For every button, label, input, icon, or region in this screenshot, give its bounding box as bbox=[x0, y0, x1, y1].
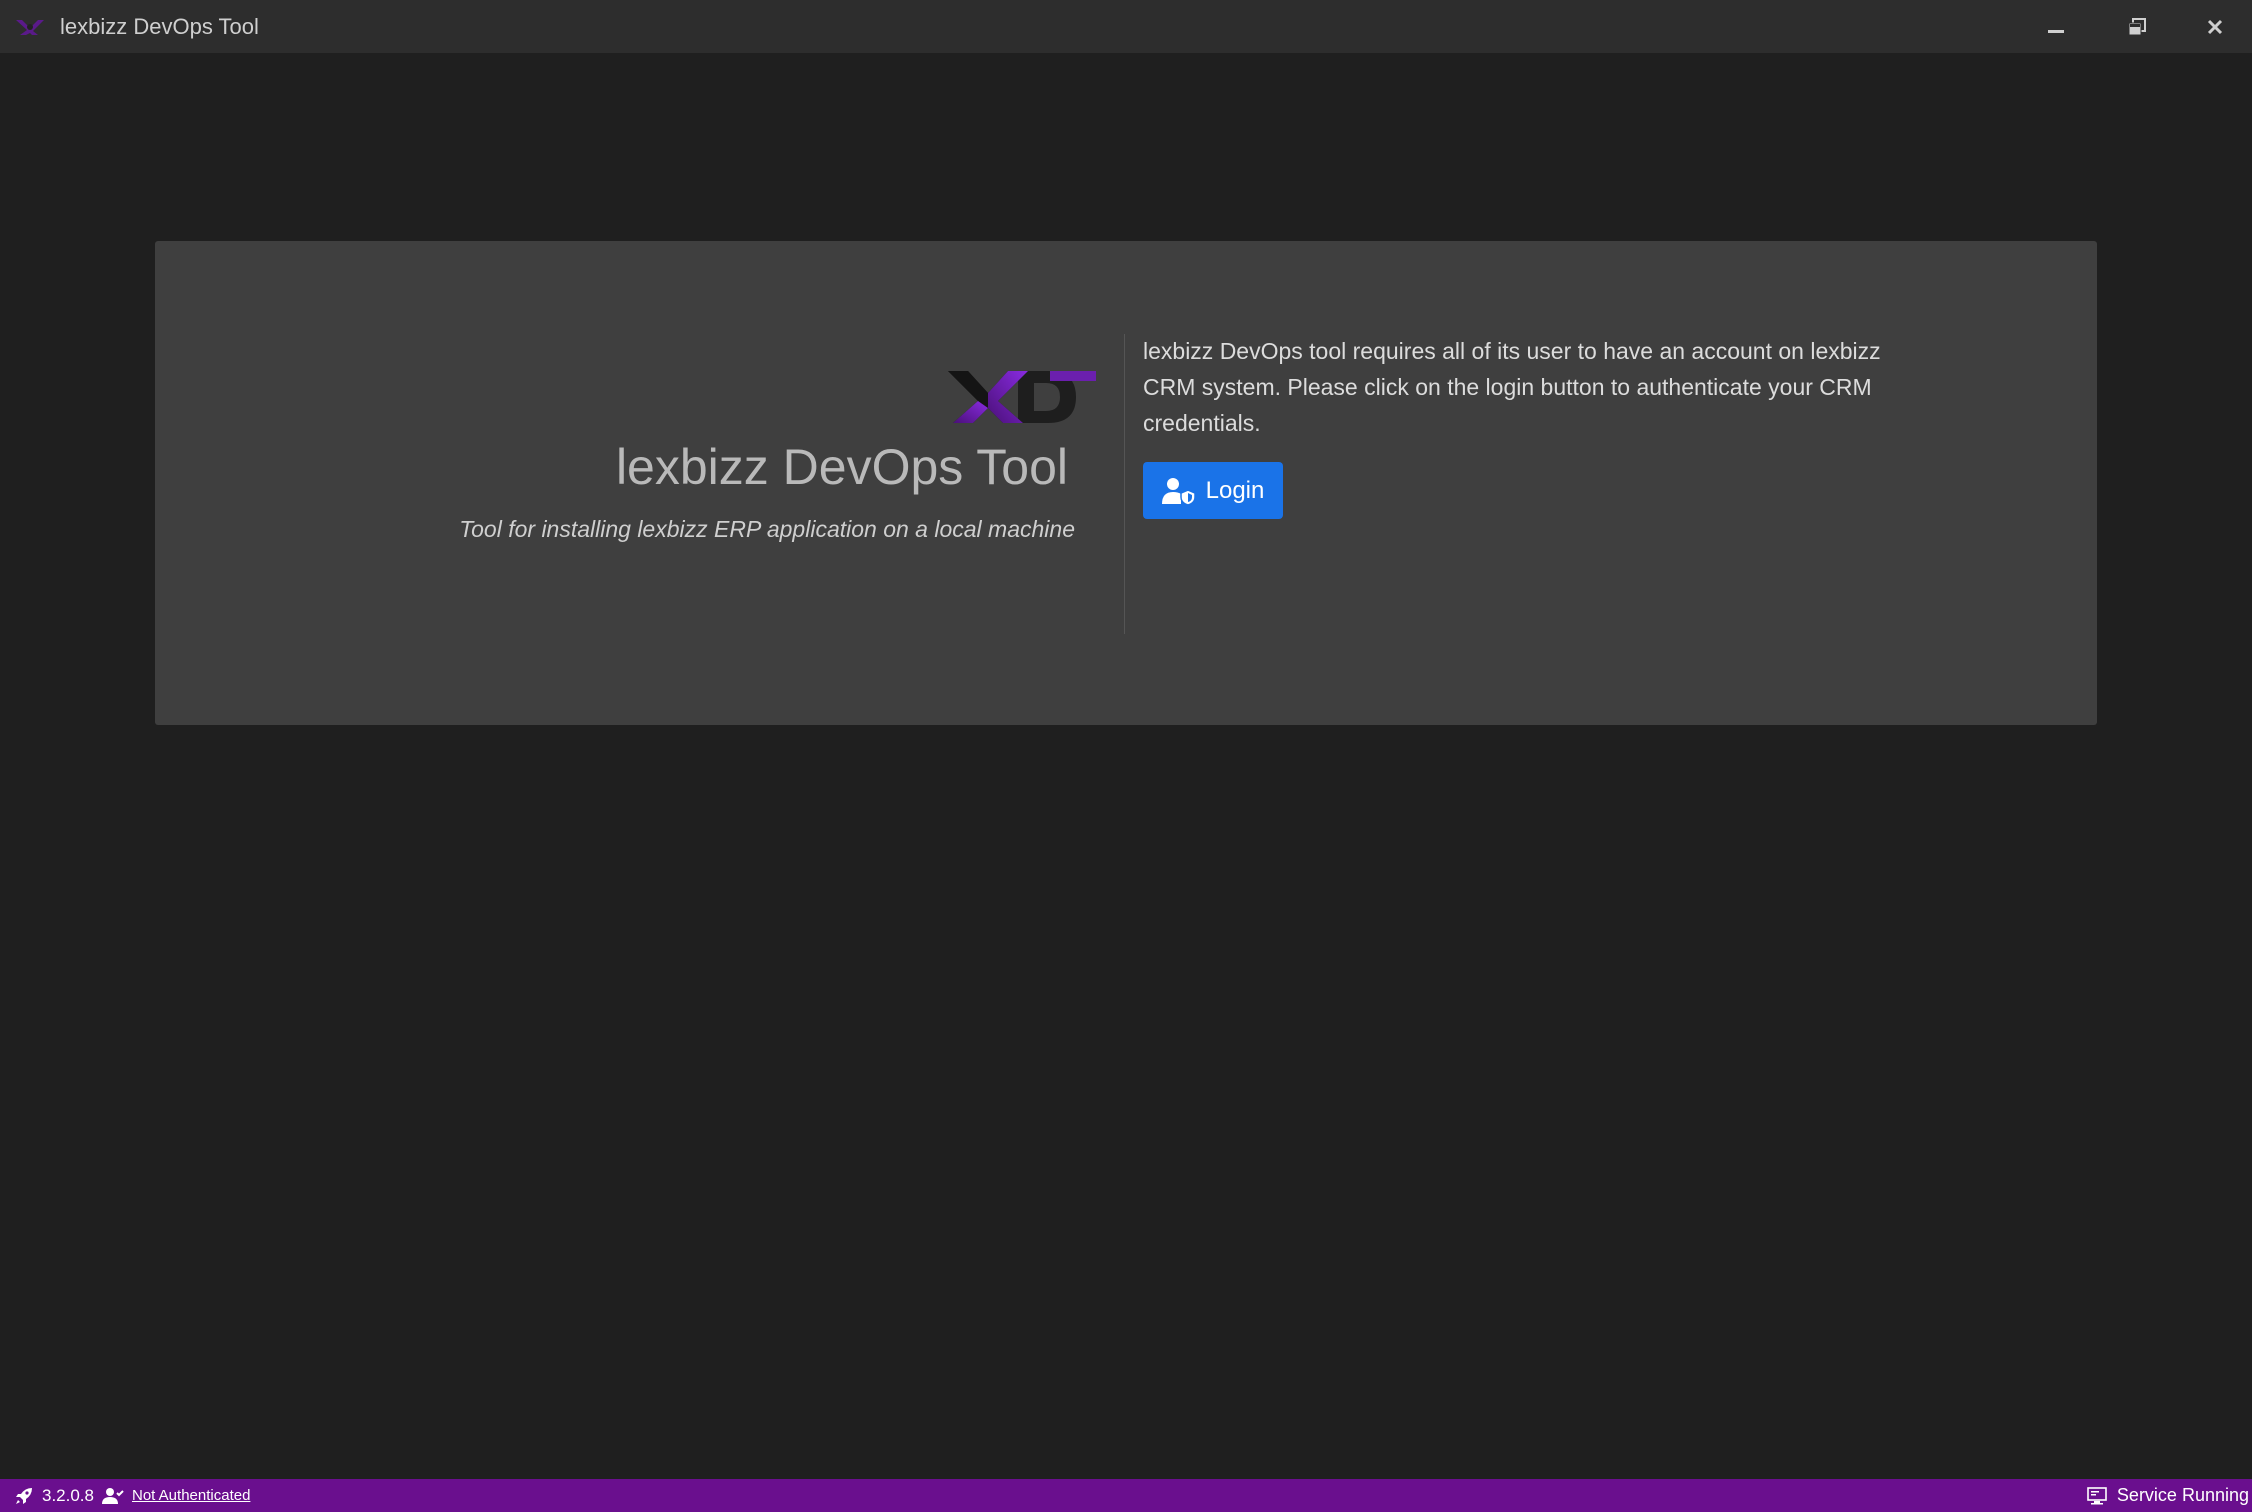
user-icon bbox=[102, 1487, 124, 1504]
login-button[interactable]: Login bbox=[1143, 462, 1283, 519]
hero-title: lexbizz DevOps Tool bbox=[615, 439, 1068, 495]
minimize-button[interactable] bbox=[2016, 0, 2096, 53]
auth-message: lexbizz DevOps tool requires all of its … bbox=[1143, 338, 1881, 436]
close-icon bbox=[2207, 19, 2223, 34]
restore-button[interactable] bbox=[2097, 0, 2177, 53]
window-title: lexbizz DevOps Tool bbox=[60, 14, 259, 39]
vertical-divider bbox=[1124, 334, 1125, 634]
version-text: 3.2.0.8 bbox=[42, 1485, 94, 1505]
status-bar: 3.2.0.8 Not Authenticated Service Runnin… bbox=[0, 1479, 2252, 1512]
auth-section: lexbizz DevOps tool requires all of its … bbox=[1143, 333, 1903, 519]
status-right: Service Running bbox=[2087, 1479, 2249, 1512]
monitor-icon bbox=[2087, 1486, 2107, 1504]
xdt-logo bbox=[948, 371, 1096, 423]
app-window: lexbizz DevOps Tool lexbizz DevOps Tool … bbox=[0, 0, 2252, 1512]
minimize-icon bbox=[2048, 29, 2064, 33]
hero-subtitle: Tool for installing lexbizz ERP applicat… bbox=[459, 516, 1075, 542]
restore-icon bbox=[2128, 17, 2146, 35]
service-status: Service Running bbox=[2116, 1485, 2249, 1505]
rocket-icon bbox=[16, 1487, 32, 1504]
title-bar[interactable]: lexbizz DevOps Tool bbox=[0, 0, 2252, 53]
status-left: 3.2.0.8 Not Authenticated bbox=[14, 1479, 250, 1512]
login-card: lexbizz DevOps Tool Tool for installing … bbox=[155, 241, 2097, 725]
user-shield-icon bbox=[1161, 477, 1196, 505]
hero-section: lexbizz DevOps Tool Tool for installing … bbox=[155, 241, 1096, 725]
login-button-label: Login bbox=[1205, 476, 1265, 504]
close-button[interactable] bbox=[2175, 0, 2252, 53]
auth-status-link[interactable]: Not Authenticated bbox=[132, 1487, 250, 1504]
xdt-logo-icon bbox=[16, 20, 44, 35]
